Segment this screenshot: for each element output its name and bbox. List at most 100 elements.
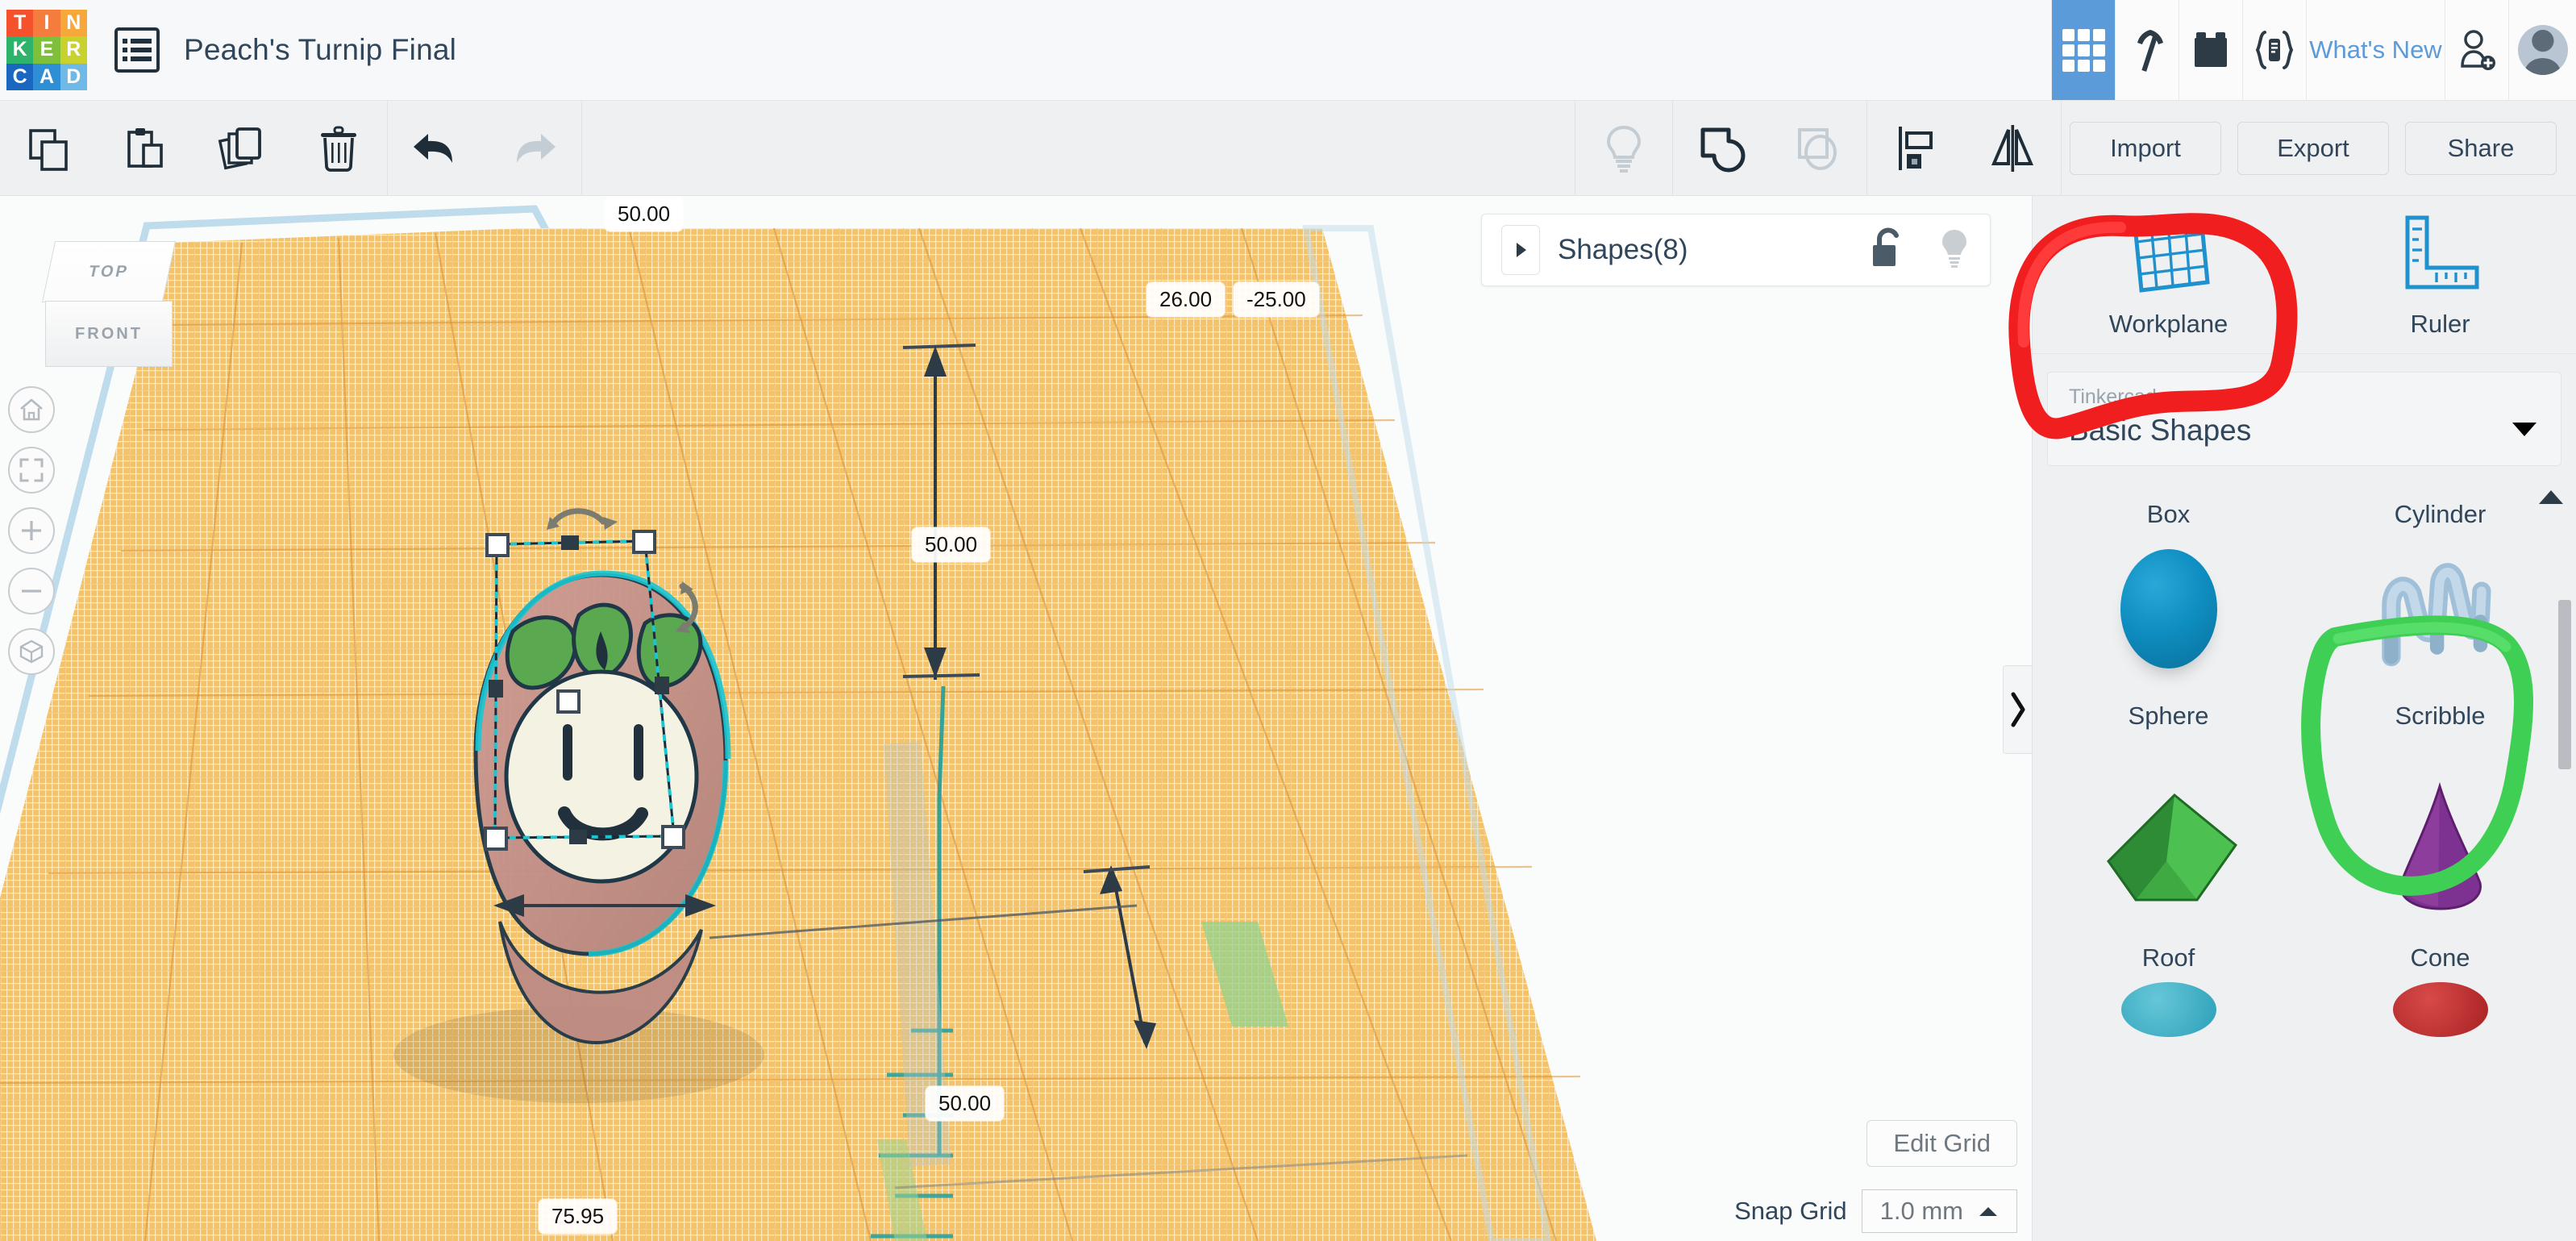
x-position-dimension[interactable]: 75.95 bbox=[539, 1199, 618, 1234]
shape-cylinder[interactable]: Cylinder bbox=[2304, 487, 2576, 529]
plus-icon bbox=[22, 521, 41, 540]
align-button[interactable] bbox=[1867, 101, 1964, 195]
workplane-tool[interactable]: Workplane bbox=[2033, 196, 2304, 353]
logo-letter-t: T bbox=[6, 10, 34, 37]
view-cube-front[interactable]: FRONT bbox=[45, 301, 173, 367]
eye-right bbox=[634, 724, 643, 781]
workplane-grid-icon bbox=[2132, 214, 2210, 293]
history-tool-group bbox=[388, 101, 581, 195]
edit-grid-button[interactable]: Edit Grid bbox=[1866, 1120, 2017, 1167]
ortho-perspective-button[interactable] bbox=[8, 628, 55, 675]
header-nav-codeblocks[interactable] bbox=[2242, 0, 2306, 100]
scribble-art bbox=[2368, 548, 2513, 669]
shape-roof-label: Roof bbox=[2141, 943, 2195, 972]
handle-top bbox=[561, 535, 579, 550]
fit-frame-icon bbox=[19, 458, 44, 482]
snap-grid-value: 1.0 mm bbox=[1879, 1197, 1963, 1225]
handle-bl bbox=[484, 827, 508, 851]
shape-library-grid: Box Cylinder Sphere Scribble Roof Cone bbox=[2033, 487, 2576, 1037]
header-spacer bbox=[456, 0, 2051, 100]
width-dimension[interactable]: 50.00 bbox=[926, 1086, 1005, 1121]
home-view-button[interactable] bbox=[8, 386, 55, 433]
handle-br bbox=[661, 825, 685, 849]
workplane-canvas[interactable]: TOP FRONT Shapes(8) 50.00 26.00 -25.00 5… bbox=[0, 196, 2032, 1241]
shape-partial-left[interactable] bbox=[2033, 972, 2304, 1037]
header-nav-3d-designs[interactable] bbox=[2051, 0, 2115, 100]
cone-icon bbox=[2399, 781, 2482, 910]
right-sidebar: Workplane Ruler Tinkercad Basic Shapes B… bbox=[2032, 196, 2576, 1241]
shape-box[interactable]: Box bbox=[2033, 487, 2304, 529]
height-dimension-left[interactable]: 50.00 bbox=[912, 527, 991, 562]
paste-button[interactable] bbox=[97, 101, 194, 195]
handle-right bbox=[655, 677, 669, 694]
shape-sphere[interactable]: Sphere bbox=[2033, 529, 2304, 731]
height-dimension[interactable]: 50.00 bbox=[605, 197, 684, 231]
export-button[interactable]: Export bbox=[2237, 121, 2389, 175]
mirror-button[interactable] bbox=[1964, 101, 2061, 195]
undo-button[interactable] bbox=[388, 101, 485, 195]
shapes-panel-lock-button[interactable] bbox=[1869, 226, 1904, 275]
chevron-right-icon bbox=[2011, 692, 2025, 727]
align-tool-group bbox=[1867, 101, 2061, 195]
fit-view-button[interactable] bbox=[8, 447, 55, 493]
group-button[interactable] bbox=[1673, 101, 1770, 195]
ungroup-button[interactable] bbox=[1770, 101, 1866, 195]
panel-collapse-handle[interactable] bbox=[2003, 665, 2032, 754]
shapes-panel-expand-button[interactable] bbox=[1501, 225, 1540, 275]
shape-scribble-label: Scribble bbox=[2395, 702, 2486, 730]
delete-button[interactable] bbox=[290, 101, 387, 195]
header-nav-tinker[interactable] bbox=[2115, 0, 2179, 100]
lightbulb-icon bbox=[1606, 125, 1642, 173]
snap-grid-select[interactable]: 1.0 mm bbox=[1861, 1189, 2017, 1233]
home-icon bbox=[20, 398, 43, 421]
eye-left bbox=[563, 724, 572, 781]
shape-roof[interactable]: Roof bbox=[2033, 763, 2304, 972]
copy-button[interactable] bbox=[0, 101, 97, 195]
redo-button[interactable] bbox=[485, 101, 581, 195]
view-cube[interactable]: TOP FRONT bbox=[23, 235, 216, 396]
logo-letter-e: E bbox=[33, 36, 60, 64]
depth-offset-dimension[interactable]: 26.00 bbox=[1147, 282, 1226, 317]
bricks-icon bbox=[2195, 32, 2227, 67]
zoom-out-button[interactable] bbox=[8, 568, 55, 614]
shape-row-3 bbox=[2033, 972, 2576, 1037]
shape-partial-right[interactable] bbox=[2304, 972, 2576, 1037]
handle-tl bbox=[485, 533, 510, 557]
logo-letter-r: R bbox=[60, 36, 87, 64]
import-button[interactable]: Import bbox=[2070, 121, 2221, 175]
paste-icon bbox=[127, 127, 163, 168]
caret-up-icon bbox=[1979, 1207, 1997, 1216]
tinkercad-app: T I N K E R C A D Peach's Turnip Final W… bbox=[0, 0, 2576, 1241]
unlocked-padlock-icon bbox=[1873, 227, 1899, 266]
roof-art bbox=[2100, 787, 2237, 908]
y-position-dimension[interactable]: -25.00 bbox=[1234, 282, 1319, 317]
shape-scribble[interactable]: Scribble bbox=[2304, 529, 2576, 731]
shape-cone[interactable]: Cone bbox=[2304, 763, 2576, 972]
group-shapes-icon bbox=[1700, 127, 1746, 172]
minus-icon bbox=[22, 589, 41, 593]
whats-new-link[interactable]: What's New bbox=[2306, 0, 2445, 100]
duplicate-button[interactable] bbox=[194, 101, 290, 195]
cone-art bbox=[2388, 781, 2493, 910]
invite-people-button[interactable] bbox=[2445, 0, 2508, 100]
ruler-icon bbox=[2405, 215, 2478, 289]
shape-category-select[interactable]: Tinkercad Basic Shapes bbox=[2047, 372, 2561, 466]
shapes-panel-visibility-button[interactable] bbox=[1938, 227, 1970, 273]
zoom-in-button[interactable] bbox=[8, 507, 55, 554]
shape-box-label: Box bbox=[2146, 500, 2191, 528]
design-list-icon[interactable] bbox=[114, 27, 160, 73]
caret-down-icon[interactable] bbox=[2512, 423, 2536, 436]
top-header: T I N K E R C A D Peach's Turnip Final W… bbox=[0, 0, 2576, 101]
view-cube-top[interactable]: TOP bbox=[41, 241, 177, 302]
ruler-tool[interactable]: Ruler bbox=[2304, 196, 2576, 353]
tinkercad-logo[interactable]: T I N K E R C A D bbox=[6, 10, 87, 90]
duplicate-icon bbox=[218, 127, 261, 169]
hide-button[interactable] bbox=[1575, 101, 1672, 195]
shapes-list-panel[interactable]: Shapes(8) bbox=[1481, 214, 1991, 286]
scene-3d bbox=[0, 205, 1596, 1241]
page-title[interactable]: Peach's Turnip Final bbox=[184, 0, 456, 100]
share-button[interactable]: Share bbox=[2405, 121, 2557, 175]
shapes-panel-label: Shapes(8) bbox=[1558, 234, 1688, 265]
user-avatar-button[interactable] bbox=[2508, 0, 2576, 100]
header-nav-bricks[interactable] bbox=[2179, 0, 2242, 100]
